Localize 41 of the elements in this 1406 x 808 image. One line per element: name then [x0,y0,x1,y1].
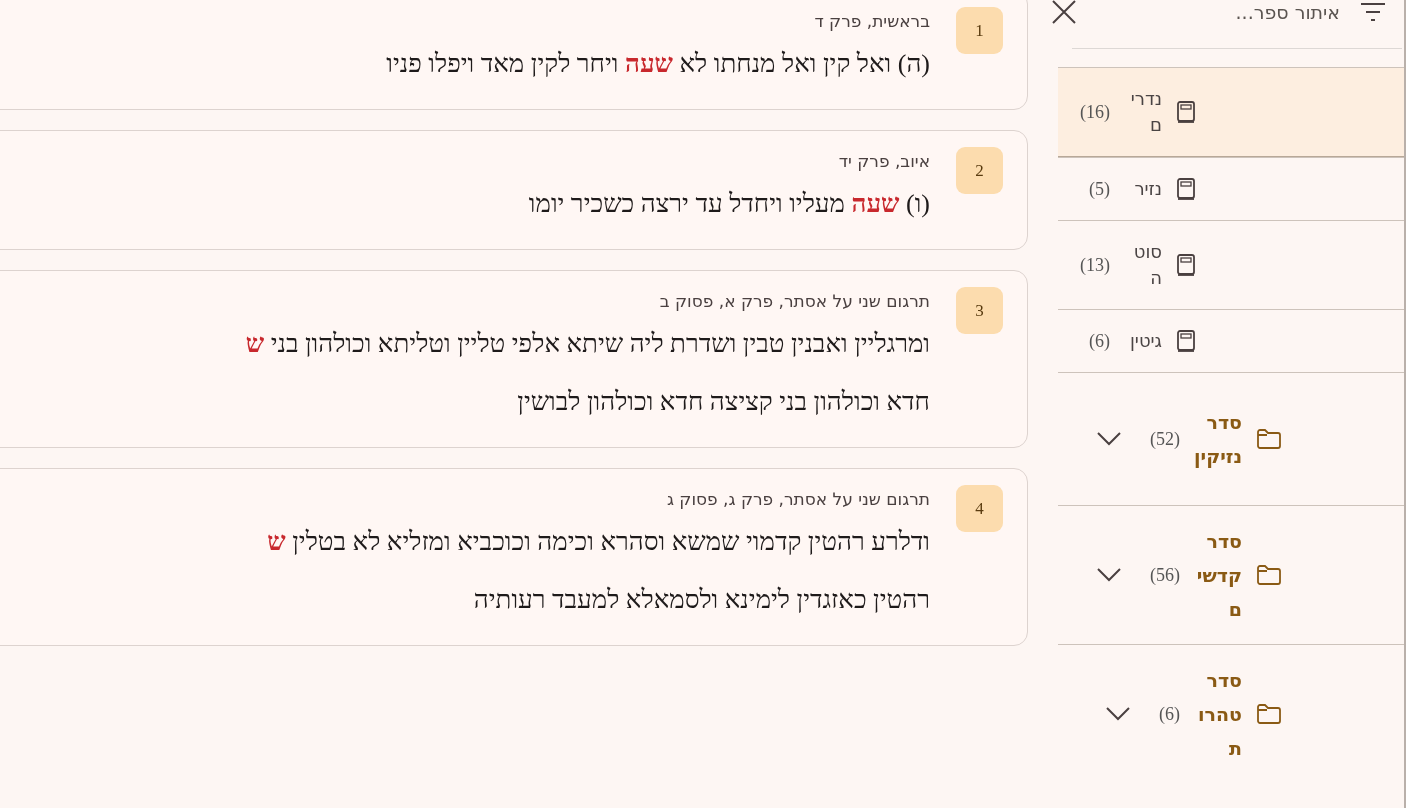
item-count: (16) [1080,101,1110,123]
book-name: נדרים [1129,87,1162,137]
item-count: (13) [1080,254,1110,276]
book-icon [1176,329,1196,353]
result-number: 3 [956,287,1003,334]
verse-text: ומרגליין ואבנין טבין ושדרת ליה שיתא אלפי טליין וטליתא וכולהון בני ש [245,328,930,360]
chevron-icon[interactable] [1096,431,1122,447]
chevron-icon[interactable] [1096,567,1122,583]
item-count: (52) [1150,428,1180,450]
result-number: 2 [956,147,1003,194]
verse-text: חדא וכולהון בני קציצה חדא וכולהון לבושין [517,386,930,418]
item-count: (6) [1159,703,1180,725]
folder-icon [1256,703,1282,725]
item-count: (6) [1089,330,1110,352]
item-count: (56) [1150,564,1180,586]
result-number: 4 [956,485,1003,532]
close-icon[interactable] [1051,0,1077,25]
book-icon [1176,253,1196,277]
folder-name: סדר קדשים [1195,529,1242,622]
verse-text: (ה) ואל קין ואל מנחתו לא שעה ויחר לקין מאד ויפלו פניו [386,48,930,80]
verse-text: רהטין כאזגדין לימינא ולסמאלא למעבד רעותיה [473,584,930,616]
verse-text: ודלרע רהטין קדמוי שמשא וסהרא וכימה וכוכביא ומזליא לא בטלין ש [267,526,930,558]
book-name: נזיר [1133,177,1162,201]
verse-text: (ו) שעה מעליו ויחדל עד ירצה כשכיר יומו [528,188,930,220]
item-count: (5) [1089,178,1110,200]
source-reference: תרגום שני על אסתר, פרק א, פסוק ב [659,291,930,313]
book-name: סוטה [1132,240,1162,290]
chevron-icon[interactable] [1105,706,1131,722]
source-reference: תרגום שני על אסתר, פרק ג, פסוק ג [666,489,930,511]
folder-icon [1256,428,1282,450]
filter-icon[interactable] [1360,2,1386,22]
book-name: גיטין [1128,329,1162,353]
folder-name: סדר נזיקין [1194,410,1242,470]
book-icon [1176,177,1196,201]
folder-name: סדר טהרות [1197,668,1242,761]
search-field[interactable]: איתור ספר... [1095,0,1342,24]
folder-icon [1256,564,1282,586]
source-reference: בראשית, פרק ד [814,11,930,33]
result-number: 1 [956,7,1003,54]
source-reference: איוב, פרק יד [838,151,930,173]
book-icon [1176,100,1196,124]
